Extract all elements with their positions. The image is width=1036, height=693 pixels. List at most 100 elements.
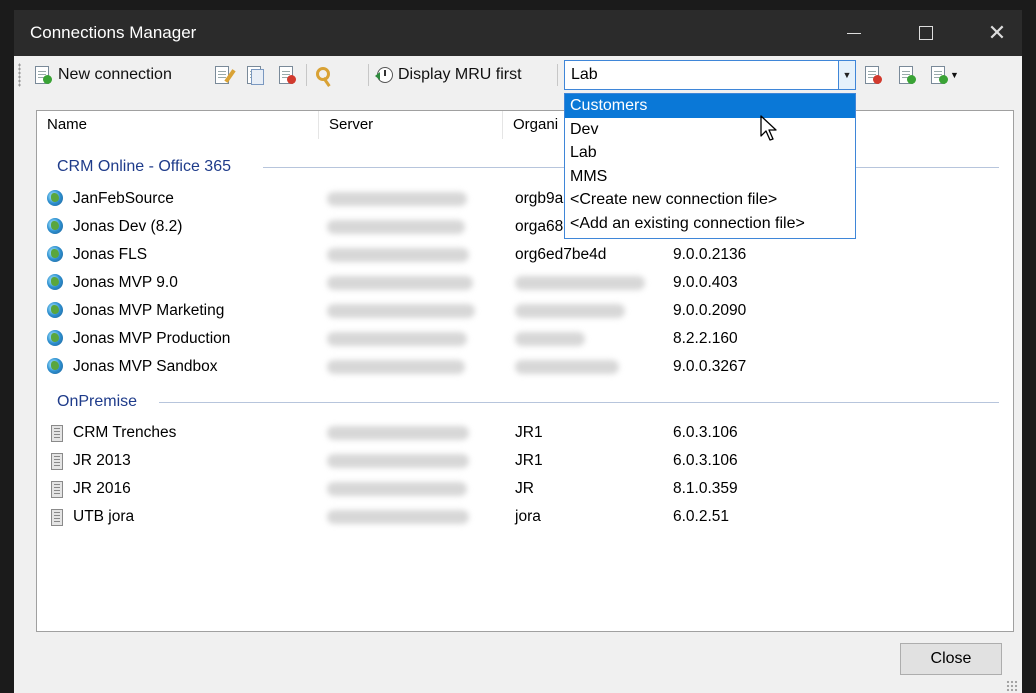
resize-grip[interactable] [1006, 680, 1018, 692]
connection-name: Jonas MVP 9.0 [73, 274, 178, 291]
title-bar[interactable]: Connections Manager ✕ [14, 10, 1022, 56]
copy-connection-button[interactable] [246, 63, 264, 87]
organization: JR1 [515, 424, 543, 441]
onpremise-server-icon [51, 481, 63, 498]
organization: org6ed7be4d [515, 246, 607, 263]
delete-connection-button[interactable] [278, 63, 296, 87]
version: 6.0.3.106 [673, 424, 738, 441]
key-icon [314, 66, 332, 84]
organization-blurred [515, 353, 619, 381]
table-row[interactable]: Jonas MVP Production 8.2.2.160 [45, 325, 1013, 353]
mouse-cursor-icon [760, 115, 777, 141]
organization: JR1 [515, 452, 543, 469]
organization: jora [515, 508, 541, 525]
add-file-icon [898, 66, 916, 84]
close-button[interactable]: Close [900, 643, 1002, 675]
table-row[interactable]: JR 2013 JR1 6.0.3.106 [45, 447, 1013, 475]
maximize-button[interactable] [891, 10, 961, 56]
edit-connection-icon [214, 66, 236, 84]
online-globe-icon [47, 246, 63, 262]
connection-file-dropdown-list[interactable]: Customers Dev Lab MMS <Create new connec… [564, 93, 856, 239]
organization-blurred [515, 269, 645, 297]
column-header-name[interactable]: Name [37, 111, 319, 139]
dropdown-option-lab[interactable]: Lab [565, 141, 855, 165]
file-actions-dropdown-button[interactable]: ▼ [930, 63, 959, 87]
connection-file-combobox[interactable]: Lab ▼ [564, 60, 856, 90]
server-blurred [327, 447, 469, 475]
version: 8.2.2.160 [673, 330, 738, 347]
window-close-button[interactable]: ✕ [962, 10, 1032, 56]
table-row[interactable]: JanFebSource orgb9a [45, 185, 1013, 213]
new-connection-button[interactable]: New connection [34, 63, 172, 87]
server-blurred [327, 475, 467, 503]
edit-connection-button[interactable] [214, 63, 236, 87]
server-blurred [327, 353, 465, 381]
organization: orga68 [515, 218, 564, 235]
group-header-crm-online[interactable]: CRM Online - Office 365 [57, 157, 231, 177]
onpremise-server-icon [51, 453, 63, 470]
dropdown-option-add-existing-file[interactable]: <Add an existing connection file> [565, 212, 855, 236]
online-globe-icon [47, 274, 63, 290]
table-row[interactable]: Jonas MVP 9.0 9.0.0.403 [45, 269, 1013, 297]
file-actions-icon [930, 66, 948, 84]
online-globe-icon [47, 218, 63, 234]
table-row[interactable]: Jonas MVP Sandbox 9.0.0.3267 [45, 353, 1013, 381]
version: 6.0.2.51 [673, 508, 730, 525]
close-icon: ✕ [987, 20, 1007, 45]
toolbar-separator [306, 64, 307, 86]
organization-blurred [515, 297, 625, 325]
server-blurred [327, 241, 469, 269]
remove-connection-file-button[interactable] [864, 63, 882, 87]
server-blurred [327, 269, 473, 297]
connection-name: Jonas MVP Marketing [73, 302, 225, 319]
table-row[interactable]: Jonas MVP Marketing 9.0.0.2090 [45, 297, 1013, 325]
toolbar-grip[interactable] [18, 63, 21, 87]
table-row[interactable]: Jonas FLS org6ed7be4d 9.0.0.2136 [45, 241, 1013, 269]
toolbar-separator [368, 64, 369, 86]
minimize-button[interactable] [819, 10, 889, 56]
version: 9.0.0.2136 [673, 246, 747, 263]
minimize-icon [847, 32, 861, 34]
onpremise-server-icon [51, 425, 63, 442]
connections-manager-window: Connections Manager ✕ New connection Dis… [14, 10, 1022, 693]
connection-file-value: Lab [571, 66, 598, 83]
version: 9.0.0.3267 [673, 358, 747, 375]
online-globe-icon [47, 302, 63, 318]
dropdown-option-customers[interactable]: Customers [565, 94, 855, 118]
combo-dropdown-button[interactable]: ▼ [838, 61, 855, 89]
display-mru-label: Display MRU first [398, 66, 522, 83]
table-row[interactable]: CRM Trenches JR1 6.0.3.106 [45, 419, 1013, 447]
table-row[interactable]: JR 2016 JR 8.1.0.359 [45, 475, 1013, 503]
dropdown-option-mms[interactable]: MMS [565, 165, 855, 189]
organization: JR [515, 480, 534, 497]
table-row[interactable]: Jonas Dev (8.2) orga68 [45, 213, 1013, 241]
connection-name: Jonas FLS [73, 246, 148, 263]
chevron-down-icon: ▼ [842, 70, 852, 80]
server-blurred [327, 185, 467, 213]
connection-name: Jonas MVP Sandbox [73, 358, 218, 375]
chevron-down-icon: ▼ [950, 70, 959, 80]
add-connection-file-button[interactable] [898, 63, 916, 87]
version: 8.1.0.359 [673, 480, 738, 497]
connections-list[interactable]: Name Server Organi CRM Online - Office 3… [36, 110, 1014, 632]
online-globe-icon [47, 190, 63, 206]
dropdown-option-dev[interactable]: Dev [565, 118, 855, 142]
password-button[interactable] [314, 63, 332, 87]
dropdown-option-create-new-file[interactable]: <Create new connection file> [565, 188, 855, 212]
history-clock-icon [375, 66, 394, 84]
connection-name: JR 2013 [73, 452, 131, 469]
connection-name: Jonas MVP Production [73, 330, 231, 347]
version: 6.0.3.106 [673, 452, 738, 469]
new-connection-label: New connection [58, 66, 172, 83]
column-header-server[interactable]: Server [319, 111, 503, 139]
organization-blurred [515, 325, 585, 353]
column-header-organization[interactable]: Organi [503, 111, 573, 139]
connection-name: JanFebSource [73, 190, 174, 207]
connection-name: UTB jora [73, 508, 135, 525]
toolbar: New connection Display MRU first ▼ [14, 58, 1022, 92]
group-header-onpremise[interactable]: OnPremise [57, 392, 137, 412]
display-mru-first-button[interactable]: Display MRU first [375, 63, 522, 87]
window-title: Connections Manager [30, 23, 197, 42]
server-blurred [327, 419, 469, 447]
table-row[interactable]: UTB jora jora 6.0.2.51 [45, 503, 1013, 531]
